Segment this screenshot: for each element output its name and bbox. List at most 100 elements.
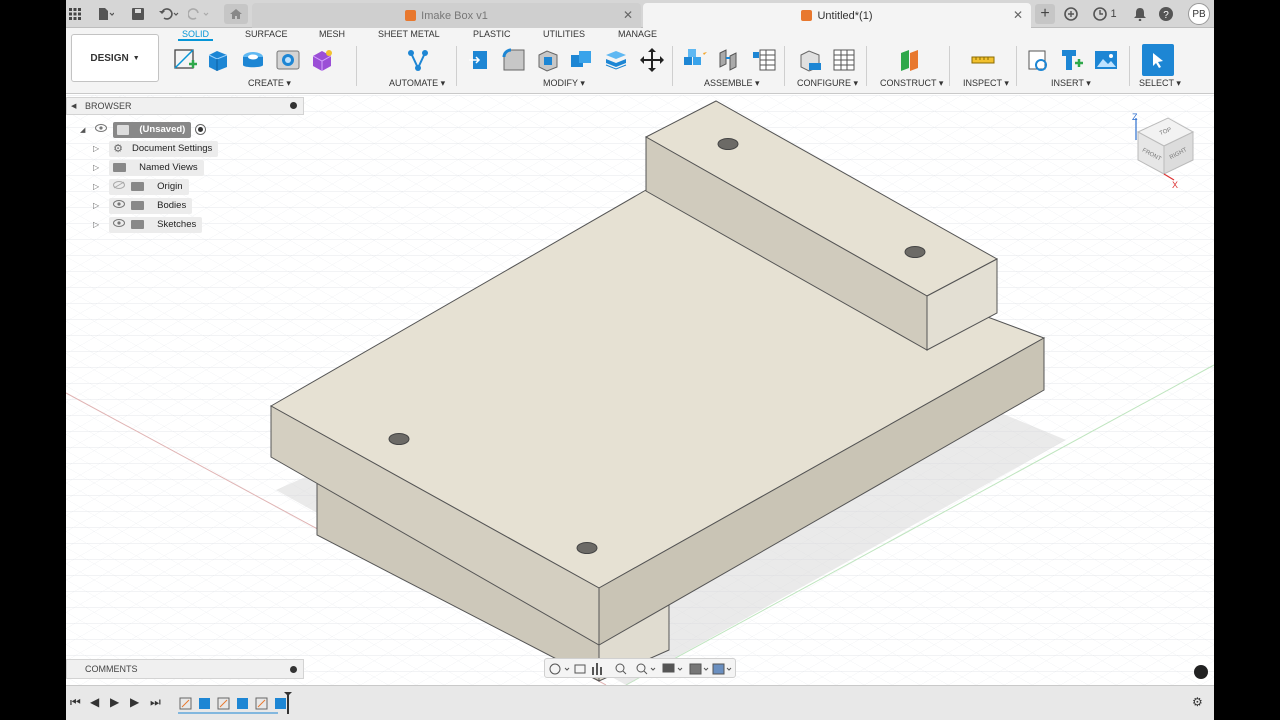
collapse-arrow-icon[interactable]: ◀ [71, 102, 76, 110]
canvas-viewport[interactable]: TOP FRONT RIGHT Z X [66, 95, 1214, 686]
display-settings-icon [662, 663, 675, 673]
separator [784, 46, 785, 86]
tab-utilities[interactable]: UTILITIES [539, 29, 589, 39]
combine-icon[interactable] [568, 46, 596, 74]
browser-root[interactable]: ◢ (Unsaved) [80, 121, 207, 138]
form-icon[interactable] [308, 46, 336, 74]
job-status-icon[interactable] [1062, 4, 1080, 24]
tab-imake-box[interactable]: Imake Box v1 ✕ [252, 3, 641, 28]
group-insert[interactable]: INSERT ▾ [1051, 78, 1091, 89]
hole[interactable] [388, 433, 410, 445]
group-create[interactable]: CREATE ▾ [248, 78, 291, 89]
file-icon[interactable] [94, 4, 118, 24]
skip-start-icon[interactable]: ⏮ [70, 695, 81, 710]
save-icon[interactable] [130, 4, 146, 24]
configure-icon[interactable] [796, 46, 824, 74]
insert-derive-icon[interactable] [1024, 46, 1052, 74]
ribbon-toolbar: DESIGN ▼ SOLID SURFACE MESH SHEET METAL … [66, 28, 1214, 94]
visibility-icon [113, 219, 126, 230]
help-icon[interactable]: ? [1158, 4, 1174, 24]
configuration-table-icon[interactable] [830, 46, 858, 74]
offset-plane-icon[interactable] [896, 46, 924, 74]
move-icon[interactable] [638, 46, 666, 74]
step-forward-icon[interactable]: ▶ [130, 695, 139, 709]
group-configure[interactable]: CONFIGURE ▾ [797, 78, 858, 89]
axis-x-label: X [1172, 180, 1178, 190]
view-cube[interactable]: TOP FRONT RIGHT Z X [1128, 110, 1198, 190]
avatar[interactable]: PB [1188, 3, 1210, 25]
group-select[interactable]: SELECT ▾ [1139, 78, 1181, 89]
group-construct[interactable]: CONSTRUCT ▾ [880, 78, 943, 89]
undo-icon[interactable] [156, 4, 182, 24]
tab-plastic[interactable]: PLASTIC [469, 29, 515, 39]
close-icon[interactable]: ✕ [623, 8, 633, 22]
tab-mesh[interactable]: MESH [315, 29, 349, 39]
hole[interactable] [576, 542, 598, 554]
tab-untitled[interactable]: Untitled*(1) ✕ [643, 3, 1031, 28]
hidden-visibility-icon [113, 181, 126, 192]
notifications-icon[interactable] [1132, 4, 1148, 24]
comments-panel[interactable]: COMMENTS [66, 659, 304, 679]
add-tab-icon[interactable]: + [1035, 4, 1055, 24]
group-modify[interactable]: MODIFY ▾ [543, 78, 585, 89]
feedback-icon[interactable] [1194, 665, 1208, 679]
timeline-features[interactable] [178, 692, 298, 718]
browser-item-bodies[interactable]: ▷ Bodies [93, 197, 193, 214]
group-inspect[interactable]: INSPECT ▾ [963, 78, 1009, 89]
pin-icon[interactable] [290, 102, 297, 109]
tab-surface[interactable]: SURFACE [241, 29, 292, 39]
browser-item-origin[interactable]: ▷ Origin [93, 178, 189, 195]
separator [949, 46, 950, 86]
tab-label: Untitled*(1) [817, 9, 873, 22]
grid-icon[interactable] [66, 4, 84, 24]
home-icon[interactable] [224, 4, 248, 24]
group-automate[interactable]: AUTOMATE ▾ [389, 78, 445, 89]
measure-icon[interactable] [969, 46, 997, 74]
shell-icon[interactable] [534, 46, 562, 74]
bill-of-materials-icon[interactable] [750, 46, 778, 74]
skip-end-icon[interactable]: ⏭ [150, 695, 161, 710]
create-sketch-icon[interactable] [171, 46, 199, 74]
play-icon[interactable]: ▶ [110, 695, 119, 709]
svg-text:?: ? [1163, 10, 1169, 21]
settings-icon[interactable]: ⚙ [1192, 695, 1203, 709]
separator [356, 46, 357, 86]
joint-icon[interactable] [714, 46, 742, 74]
orbit-icon [549, 663, 561, 675]
hole[interactable] [904, 246, 926, 258]
press-pull-icon[interactable] [466, 46, 494, 74]
notifications-counter[interactable]: 1 [1090, 4, 1120, 24]
activate-icon[interactable] [195, 124, 207, 135]
browser-item-document-settings[interactable]: ▷ ⚙ Document Settings [93, 140, 219, 157]
extrude-icon[interactable] [204, 46, 232, 74]
close-icon[interactable]: ✕ [1013, 8, 1023, 22]
fillet-icon[interactable] [500, 46, 528, 74]
tab-solid[interactable]: SOLID [178, 29, 214, 41]
workspace-switcher[interactable]: DESIGN ▼ [71, 34, 159, 82]
revolve-icon[interactable] [239, 46, 267, 74]
tab-manage[interactable]: MANAGE [614, 29, 661, 39]
folder-icon [131, 220, 145, 229]
expand-arrow-icon[interactable]: ◢ [80, 126, 85, 134]
model-canvas[interactable] [66, 95, 1214, 686]
browser-header[interactable]: ◀ BROWSER [66, 97, 304, 115]
expand-arrow-icon: ▷ [93, 163, 100, 172]
tab-sheet-metal[interactable]: SHEET METAL [374, 29, 444, 39]
hole[interactable] [717, 138, 739, 150]
insert-mcmaster-icon[interactable] [1058, 46, 1086, 74]
browser-item-sketches[interactable]: ▷ Sketches [93, 216, 203, 233]
pin-icon[interactable] [290, 666, 297, 673]
step-back-icon[interactable]: ◀ [90, 695, 99, 709]
new-component-icon[interactable] [680, 46, 708, 74]
group-assemble[interactable]: ASSEMBLE ▾ [704, 78, 760, 89]
hole-icon[interactable] [274, 46, 302, 74]
offset-face-icon[interactable] [602, 46, 630, 74]
expand-arrow-icon: ▷ [93, 201, 100, 210]
zoom-icon [615, 663, 625, 673]
automate-icon[interactable] [404, 46, 432, 74]
redo-icon[interactable] [186, 4, 212, 24]
insert-canvas-icon[interactable] [1092, 46, 1120, 74]
visibility-icon[interactable] [95, 124, 108, 135]
browser-item-named-views[interactable]: ▷ Named Views [93, 159, 204, 176]
select-icon[interactable] [1142, 44, 1174, 76]
